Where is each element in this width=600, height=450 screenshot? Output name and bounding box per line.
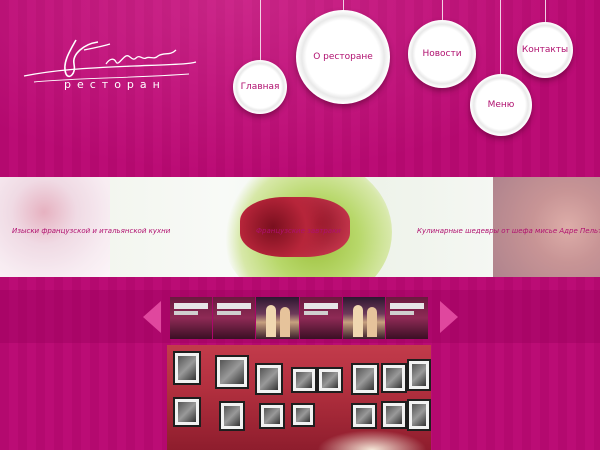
plate-string xyxy=(442,0,443,20)
plate-string xyxy=(260,0,261,62)
gallery-main-photo[interactable] xyxy=(167,345,431,450)
wall-frame xyxy=(381,401,407,429)
gallery-thumbnail[interactable] xyxy=(213,297,256,339)
gallery-prev-arrow-icon[interactable] xyxy=(143,301,161,333)
logo-subtitle: ресторан xyxy=(64,78,166,91)
wall-frame xyxy=(173,351,201,385)
wall-frame xyxy=(407,399,431,431)
gallery-next-arrow-icon[interactable] xyxy=(440,301,458,333)
wall-frame xyxy=(351,403,377,429)
wall-frame xyxy=(291,367,317,393)
nav-home-label: Главная xyxy=(240,82,280,92)
gallery-thumbnail[interactable] xyxy=(256,297,299,339)
nav-news-label: Новости xyxy=(422,49,462,59)
wall-frame xyxy=(317,367,343,393)
wall-frame xyxy=(259,403,285,429)
banner-caption-breakfast[interactable]: Французские завтраки xyxy=(256,227,341,235)
gallery-thumbnail[interactable] xyxy=(342,297,385,339)
nav-contacts-label: Контакты xyxy=(521,45,569,55)
wall-frame xyxy=(407,359,431,391)
gallery-thumbnail[interactable] xyxy=(299,297,342,339)
nav-home-plate[interactable]: Главная xyxy=(233,60,287,114)
wall-frame xyxy=(219,401,245,431)
nav-about-label: О ресторане xyxy=(313,52,373,62)
plate-string xyxy=(500,0,501,76)
plate-string xyxy=(545,0,546,24)
banner-caption-chef[interactable]: Кулинарные шедевры от шефа мисье Адре Пе… xyxy=(417,227,600,235)
banner-caption-cuisine[interactable]: Изыски французской и итальянской кухни xyxy=(12,227,170,235)
nav-menu-plate[interactable]: Меню xyxy=(470,74,532,136)
table-setting xyxy=(317,430,427,450)
gallery-thumbnail[interactable] xyxy=(170,297,213,339)
gallery-thumbnails xyxy=(170,297,429,339)
wall-frame xyxy=(291,403,315,427)
nav-contacts-plate[interactable]: Контакты xyxy=(517,22,573,78)
gallery-thumbnail[interactable] xyxy=(385,297,429,339)
nav-menu-label: Меню xyxy=(487,100,515,110)
wall-frame xyxy=(215,355,249,389)
wall-frame xyxy=(381,363,407,393)
nav-about-plate[interactable]: О ресторане xyxy=(296,10,390,104)
wall-frame xyxy=(351,363,379,395)
wall-frame xyxy=(255,363,283,395)
wall-frame xyxy=(173,397,201,427)
nav-news-plate[interactable]: Новости xyxy=(408,20,476,88)
